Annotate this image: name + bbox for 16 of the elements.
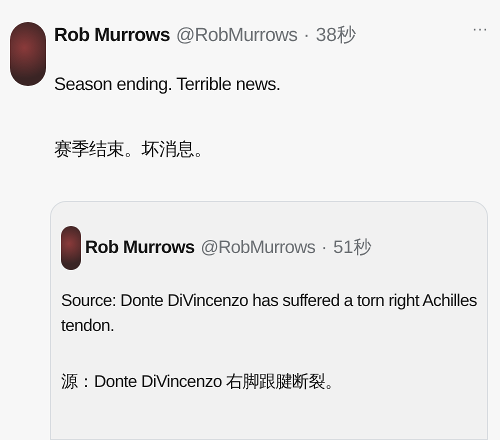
tweet-text: Season ending. Terrible news. [54,72,282,96]
quoted-text: Source: Donte DiVincenzo has suffered a torn right Achilles tendon. [61,290,477,337]
user-handle: @RobMurrows [176,24,298,48]
quoted-text: 源：Donte DiVincenzo 右脚跟腱断裂。 [61,370,342,392]
separator: · [321,236,328,259]
user-handle: @RobMurrows [200,236,316,259]
quoted-tweet-card[interactable]: Rob Murrows @RobMurrows · 51秒 Source: Donte DiVincenzo has suffered a torn right Achilles tendon. 源：Donte DiVincenzo 右脚跟腱断裂。 [50,200,488,440]
avatar [10,22,46,86]
display-name: Rob Murrows [85,236,194,259]
tweet-text: 赛季结束。坏消息。 [54,138,212,160]
avatar [61,226,81,270]
more-options[interactable]: ··· [472,22,488,38]
timestamp: 38秒 [316,24,356,48]
display-name: Rob Murrows [54,24,170,48]
timestamp: 51秒 [333,236,372,259]
separator: · [303,24,310,48]
